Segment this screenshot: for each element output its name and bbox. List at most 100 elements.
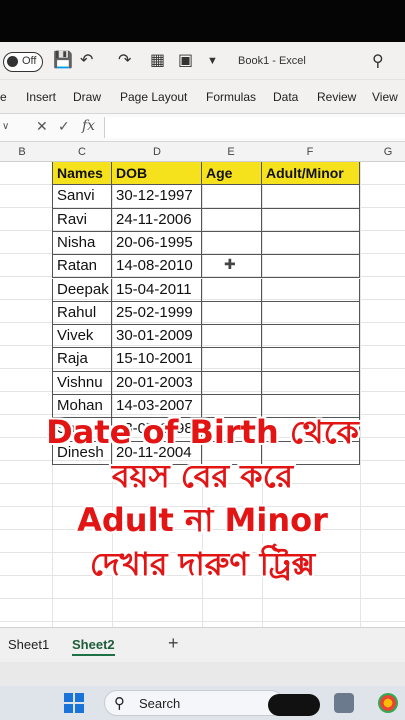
column-headers: B C D E F G [0,142,405,162]
title-bar: Off 💾 ↶ ↷ ▦ ▣ ▼ Book1 - Excel ⚲ [0,42,405,80]
name-cell[interactable]: Ratan [52,255,112,279]
caption-line-4: দেখার দারুণ ট্রিক্স [89,545,316,583]
search-icon: ⚲ [114,695,125,712]
column-header-f[interactable]: F [298,146,322,158]
chrome-icon[interactable] [378,693,398,713]
enter-icon[interactable]: ✓ [58,118,70,135]
namebox-dropdown-icon[interactable]: ∨ [2,121,9,132]
tab-page-layout[interactable]: Page Layout [120,90,187,104]
adult-minor-cell[interactable] [262,371,360,395]
sheet-tab-sheet1[interactable]: Sheet1 [8,637,49,652]
dob-cell[interactable]: 15-04-2011 [112,278,202,302]
dob-cell[interactable]: 20-06-1995 [112,231,202,256]
save-icon[interactable]: 💾 [53,51,73,71]
adult-minor-cell[interactable] [262,208,360,232]
column-header-d[interactable]: D [145,146,169,158]
age-cell[interactable] [202,231,262,256]
adult-minor-cell[interactable] [262,348,360,372]
search-icon[interactable]: ⚲ [372,51,384,71]
column-header-e[interactable]: E [219,146,243,158]
autosave-label: Off [22,55,37,67]
dob-cell[interactable]: 24-11-2006 [112,208,202,232]
name-cell[interactable]: Vivek [52,325,112,349]
function-icon[interactable]: fx [82,118,95,134]
sheet-tab-sheet2[interactable]: Sheet2 [72,637,115,656]
cell-cursor-icon: ✚ [224,256,236,272]
sheet-tabs-bar: Sheet1 Sheet2 + [0,627,405,662]
adult-minor-cell[interactable] [262,231,360,256]
select-icon[interactable]: ▣ [178,51,193,71]
dob-cell[interactable]: 30-12-1997 [112,185,202,209]
caption-line-1: Date of Birth থেকে [46,413,359,451]
video-caption-overlay: Date of Birth থেকে বয়স বের করে Adult না… [0,410,405,586]
age-cell[interactable] [202,185,262,209]
name-cell[interactable]: Rahul [52,301,112,326]
ribbon-tabs: e Insert Draw Page Layout Formulas Data … [0,80,405,114]
table-row: Nisha 20-06-1995 [52,231,360,256]
formula-bar: ∨ ✕ ✓ fx [0,114,405,142]
table-row: Vishnu 20-01-2003 [52,371,360,395]
table-row: Rahul 25-02-1999 [52,301,360,326]
column-header-b[interactable]: B [10,146,34,158]
column-header-g[interactable]: G [376,146,400,158]
task-view-icon[interactable] [334,693,354,713]
tab-view[interactable]: View [372,90,398,104]
taskbar-widget[interactable] [268,694,320,716]
name-cell[interactable]: Nisha [52,231,112,256]
adult-minor-cell[interactable] [262,278,360,302]
windows-start-icon[interactable] [64,693,84,713]
adult-minor-cell[interactable] [262,185,360,209]
header-cell-dob[interactable]: DOB [112,162,202,186]
table-row: Deepak 15-04-2011 [52,278,360,302]
dob-cell[interactable]: 30-01-2009 [112,325,202,349]
adult-minor-cell[interactable] [262,325,360,349]
tab-insert[interactable]: Insert [26,90,56,104]
name-cell[interactable]: Deepak [52,278,112,302]
redo-icon[interactable]: ↷ [118,51,131,71]
tab-data[interactable]: Data [273,90,298,104]
adult-minor-cell[interactable] [262,301,360,326]
name-cell[interactable]: Vishnu [52,371,112,395]
undo-icon[interactable]: ↶ [80,51,93,71]
age-cell[interactable] [202,278,262,302]
name-cell[interactable]: Ravi [52,208,112,232]
formula-input[interactable] [104,117,405,138]
caption-line-2: বয়স বের করে [111,457,294,495]
header-cell-age[interactable]: Age [202,162,262,186]
dob-cell[interactable]: 20-01-2003 [112,371,202,395]
age-cell[interactable] [202,208,262,232]
tab-home[interactable]: e [0,90,7,104]
table-row: Ratan 14-08-2010 [52,255,360,279]
dob-cell[interactable]: 25-02-1999 [112,301,202,326]
customize-dropdown-icon[interactable]: ▼ [207,51,218,71]
table-header-row: Names DOB Age Adult/Minor [52,162,360,186]
dob-cell[interactable]: 15-10-2001 [112,348,202,372]
add-sheet-button[interactable]: + [168,633,179,654]
column-header-c[interactable]: C [70,146,94,158]
tab-review[interactable]: Review [317,90,356,104]
tab-draw[interactable]: Draw [73,90,101,104]
table-row: Ravi 24-11-2006 [52,208,360,232]
table-row: Vivek 30-01-2009 [52,325,360,349]
windows-taskbar: ⚲ Search [0,686,405,720]
age-cell[interactable] [202,371,262,395]
autosave-toggle[interactable]: Off [3,52,43,72]
status-bar [0,662,405,686]
age-cell[interactable] [202,348,262,372]
adult-minor-cell[interactable] [262,255,360,279]
age-cell[interactable] [202,301,262,326]
cancel-icon[interactable]: ✕ [36,118,48,135]
dob-cell[interactable]: 14-08-2010 [112,255,202,279]
tab-formulas[interactable]: Formulas [206,90,256,104]
name-cell[interactable]: Raja [52,348,112,372]
name-cell[interactable]: Sanvi [52,185,112,209]
table-row: Sanvi 30-12-1997 [52,185,360,209]
table-row: Raja 15-10-2001 [52,348,360,372]
header-cell-names[interactable]: Names [52,162,112,186]
taskbar-search[interactable]: ⚲ Search [104,690,284,716]
age-cell[interactable] [202,325,262,349]
table-icon[interactable]: ▦ [150,51,165,71]
header-cell-adult-minor[interactable]: Adult/Minor [262,162,360,186]
caption-line-3: Adult না Minor [77,501,328,539]
document-title: Book1 - Excel [238,55,306,67]
